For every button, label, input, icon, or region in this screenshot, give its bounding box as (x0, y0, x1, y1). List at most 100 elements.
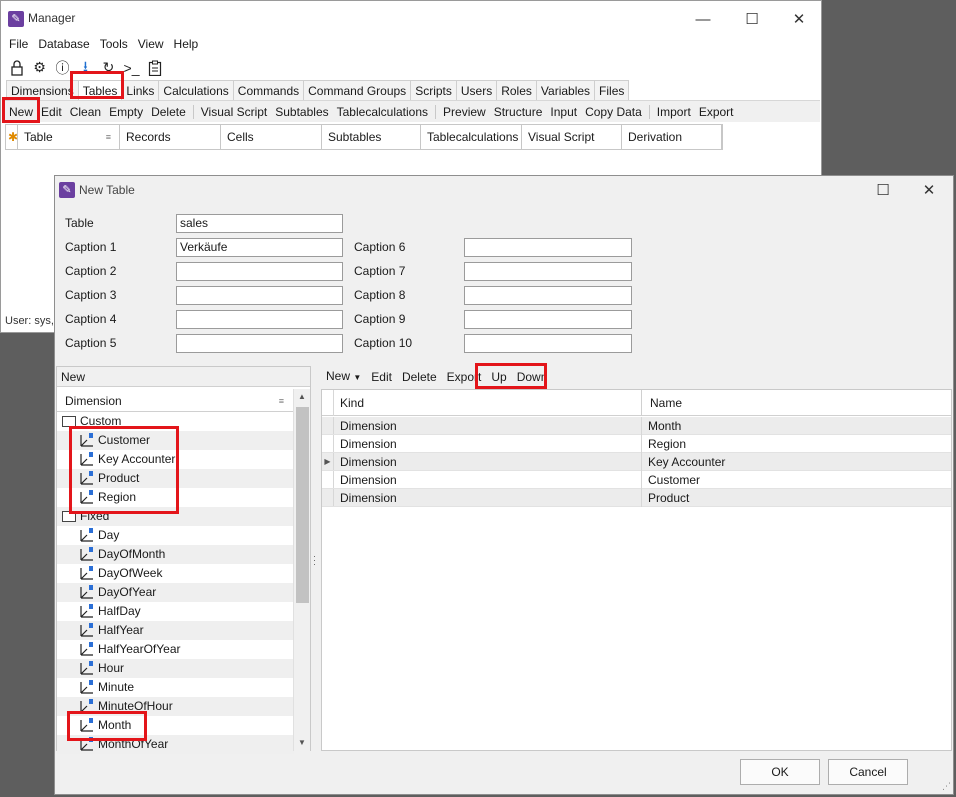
menu-view[interactable]: View (138, 37, 164, 55)
tree-item[interactable]: Region (57, 488, 294, 507)
dimension-column-header[interactable]: Dimension ≡ (57, 390, 294, 412)
ok-button[interactable]: OK (740, 759, 820, 785)
tab-roles[interactable]: Roles (496, 80, 537, 100)
tablecalculations-button[interactable]: Tablecalculations (333, 102, 432, 122)
table-row[interactable]: Dimension Month (322, 417, 951, 435)
tab-variables[interactable]: Variables (535, 80, 596, 100)
structure-button[interactable]: Structure (490, 102, 547, 122)
import-button[interactable]: Import (653, 102, 695, 122)
info-icon[interactable]: ⓘ (53, 58, 72, 77)
caption-10-input[interactable] (464, 334, 632, 353)
input-button[interactable]: Input (546, 102, 581, 122)
move-up-button[interactable]: Up (486, 367, 511, 387)
col-kind[interactable]: Kind (336, 390, 642, 416)
col-subtables[interactable]: Subtables (322, 125, 421, 149)
tree-item[interactable]: Minute (57, 678, 294, 697)
tree-item[interactable]: Month (57, 716, 294, 735)
delete-table-button[interactable]: Delete (147, 102, 190, 122)
preview-button[interactable]: Preview (439, 102, 490, 122)
caption-3-input[interactable] (176, 286, 343, 305)
tab-scripts[interactable]: Scripts (410, 80, 457, 100)
tab-commands[interactable]: Commands (232, 80, 305, 100)
caption-2-input[interactable] (176, 262, 343, 281)
caption-6-input[interactable] (464, 238, 632, 257)
splitter-grip-icon[interactable]: · · · (313, 552, 316, 569)
terminal-icon[interactable]: >_ (122, 58, 141, 77)
tab-files[interactable]: Files (594, 80, 630, 100)
cancel-button[interactable]: Cancel (828, 759, 908, 785)
visual-script-button[interactable]: Visual Script (197, 102, 271, 122)
col-table[interactable]: Table ≡ (18, 125, 120, 149)
tree-item[interactable]: DayOfMonth (57, 545, 294, 564)
scroll-up-icon[interactable]: ▲ (294, 389, 310, 405)
edit-table-button[interactable]: Edit (37, 102, 66, 122)
caption-1-input[interactable]: Verkäufe (176, 238, 343, 257)
tree-item[interactable]: MonthOfYear (57, 735, 294, 754)
col-tablecalculations[interactable]: Tablecalculations (421, 125, 522, 149)
tree-item[interactable]: DayOfYear (57, 583, 294, 602)
dimension-new-button[interactable]: New (57, 367, 310, 387)
col-visual-script[interactable]: Visual Script (522, 125, 622, 149)
tree-folder[interactable]: Fixed (57, 507, 294, 526)
dialog-close-icon[interactable]: ✕ (907, 178, 951, 204)
col-name[interactable]: Name (644, 390, 682, 416)
gear-icon[interactable]: ⚙ (30, 58, 49, 77)
dialog-maximize-icon[interactable]: ☐ (861, 178, 905, 204)
tree-item[interactable]: MinuteOfHour (57, 697, 294, 716)
table-row[interactable]: Dimension Customer (322, 471, 951, 489)
caption-7-input[interactable] (464, 262, 632, 281)
table-row[interactable]: Dimension Region (322, 435, 951, 453)
caption-4-input[interactable] (176, 310, 343, 329)
minimize-icon[interactable]: — (681, 7, 725, 33)
close-icon[interactable]: ✕ (777, 7, 821, 33)
scroll-thumb[interactable] (296, 407, 309, 603)
tree-folder[interactable]: Custom (57, 412, 294, 431)
empty-button[interactable]: Empty (105, 102, 147, 122)
tree-item[interactable]: Customer (57, 431, 294, 450)
copy-data-button[interactable]: Copy Data (581, 102, 646, 122)
clean-button[interactable]: Clean (66, 102, 105, 122)
tree-item[interactable]: Key Accounter (57, 450, 294, 469)
add-new-dropdown[interactable]: New ▼ (321, 366, 366, 388)
export-dimension-button[interactable]: Export (442, 367, 487, 387)
col-derivation[interactable]: Derivation (622, 125, 722, 149)
menu-file[interactable]: File (9, 37, 28, 55)
move-down-button[interactable]: Down (512, 367, 553, 387)
tab-command-groups[interactable]: Command Groups (303, 80, 412, 100)
tab-links[interactable]: Links (121, 80, 160, 100)
menu-tools[interactable]: Tools (100, 37, 128, 55)
clipboard-icon[interactable] (145, 58, 164, 77)
tree-item[interactable]: DayOfWeek (57, 564, 294, 583)
delete-dimension-button[interactable]: Delete (397, 367, 442, 387)
menu-help[interactable]: Help (174, 37, 199, 55)
caption-8-input[interactable] (464, 286, 632, 305)
col-cells[interactable]: Cells (221, 125, 322, 149)
tab-calculations[interactable]: Calculations (158, 80, 234, 100)
resize-grip-icon[interactable]: ⋰ (942, 781, 951, 792)
redo-icon[interactable]: ↻ (99, 58, 118, 77)
maximize-icon[interactable]: ☐ (730, 7, 774, 33)
scroll-down-icon[interactable]: ▼ (294, 735, 310, 751)
tree-item[interactable]: Product (57, 469, 294, 488)
export-button[interactable]: Export (695, 102, 738, 122)
table-row[interactable]: ▶ Dimension Key Accounter (322, 453, 951, 471)
table-row[interactable]: Dimension Product (322, 489, 951, 507)
download-icon[interactable]: ⭳ (76, 58, 95, 77)
tab-dimensions[interactable]: Dimensions (6, 80, 79, 100)
new-table-button[interactable]: New (5, 102, 37, 122)
tab-users[interactable]: Users (455, 80, 498, 100)
tree-item[interactable]: Day (57, 526, 294, 545)
table-name-input[interactable]: sales (176, 214, 343, 233)
menu-database[interactable]: Database (38, 37, 89, 55)
tab-tables[interactable]: Tables (77, 80, 123, 100)
caption-5-input[interactable] (176, 334, 343, 353)
tree-item[interactable]: HalfDay (57, 602, 294, 621)
tree-item[interactable]: HalfYear (57, 621, 294, 640)
col-records[interactable]: Records (120, 125, 221, 149)
subtables-button[interactable]: Subtables (271, 102, 332, 122)
lock-icon[interactable] (7, 58, 26, 77)
tree-scrollbar[interactable]: ▲ ▼ (293, 389, 310, 751)
tree-item[interactable]: Hour (57, 659, 294, 678)
edit-dimension-button[interactable]: Edit (366, 367, 397, 387)
caption-9-input[interactable] (464, 310, 632, 329)
